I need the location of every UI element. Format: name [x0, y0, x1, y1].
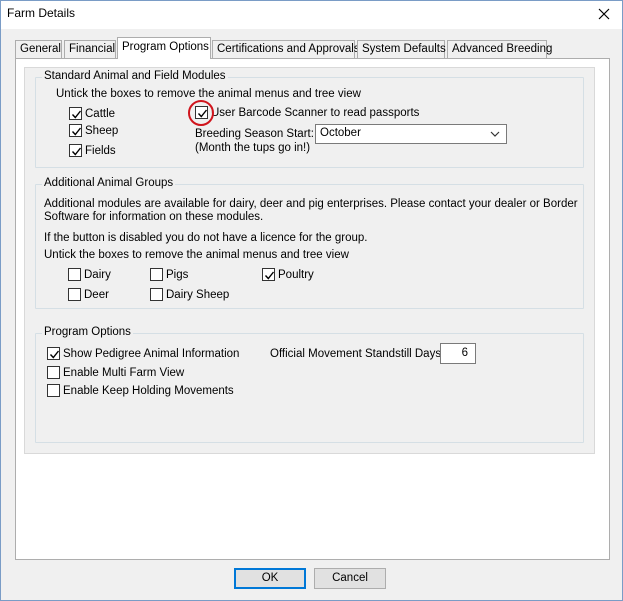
additional-groups-group: Additional Animal Groups Additional modu…: [35, 177, 584, 309]
barcode-scanner-checkbox[interactable]: User Barcode Scanner to read passports: [195, 106, 419, 119]
additional-info-line1: Additional modules are available for dai…: [44, 198, 578, 210]
multi-farm-label: Enable Multi Farm View: [63, 366, 185, 379]
deer-label: Deer: [84, 288, 109, 301]
show-pedigree-label: Show Pedigree Animal Information: [63, 347, 240, 360]
poultry-label: Poultry: [278, 268, 314, 281]
keep-holding-label: Enable Keep Holding Movements: [63, 384, 234, 397]
checkmark-icon: [71, 127, 82, 136]
standard-modules-hint: Untick the boxes to remove the animal me…: [56, 88, 361, 100]
deer-checkbox[interactable]: Deer: [68, 288, 109, 301]
pigs-label: Pigs: [166, 268, 189, 281]
farm-details-dialog: Farm Details General Financial Program O…: [0, 0, 623, 601]
licence-note: If the button is disabled you do not hav…: [44, 232, 368, 244]
fields-checkbox[interactable]: Fields: [69, 144, 116, 157]
tab-system-defaults[interactable]: System Defaults: [357, 40, 446, 59]
program-options-group: Program Options Show Pedigree Animal Inf…: [35, 326, 584, 443]
dairy-sheep-label: Dairy Sheep: [166, 288, 230, 301]
show-pedigree-checkbox[interactable]: Show Pedigree Animal Information: [47, 347, 239, 360]
additional-groups-hint: Untick the boxes to remove the animal me…: [44, 249, 349, 261]
multi-farm-checkbox[interactable]: Enable Multi Farm View: [47, 366, 184, 379]
close-icon: [598, 8, 610, 20]
cattle-checkbox[interactable]: Cattle: [69, 107, 115, 120]
tab-financial[interactable]: Financial: [64, 40, 116, 59]
additional-info-line2: Software for information on these module…: [44, 211, 264, 223]
poultry-checkbox[interactable]: Poultry: [262, 268, 314, 281]
cancel-button[interactable]: Cancel: [314, 568, 386, 589]
tab-general[interactable]: General: [15, 40, 62, 59]
standard-modules-title: Standard Animal and Field Modules: [42, 70, 228, 82]
window-title: Farm Details: [7, 6, 76, 20]
fields-label: Fields: [85, 144, 116, 157]
breeding-season-select[interactable]: October: [315, 124, 507, 144]
pigs-checkbox[interactable]: Pigs: [150, 268, 188, 281]
title-bar: Farm Details: [1, 1, 622, 29]
tab-program-options[interactable]: Program Options: [117, 37, 211, 59]
sheep-checkbox[interactable]: Sheep: [69, 124, 118, 137]
keep-holding-checkbox[interactable]: Enable Keep Holding Movements: [47, 384, 234, 397]
standstill-days-input[interactable]: 6: [440, 343, 476, 364]
ok-button[interactable]: OK: [234, 568, 306, 589]
cattle-label: Cattle: [85, 107, 116, 120]
sheep-label: Sheep: [85, 124, 119, 137]
highlight-circle: [188, 100, 214, 126]
additional-groups-title: Additional Animal Groups: [42, 177, 176, 189]
checkmark-icon: [264, 271, 275, 280]
program-options-title: Program Options: [42, 326, 133, 338]
dairy-sheep-checkbox[interactable]: Dairy Sheep: [150, 288, 229, 301]
breeding-season-label: Breeding Season Start:: [195, 128, 314, 140]
dairy-label: Dairy: [84, 268, 111, 281]
dairy-checkbox[interactable]: Dairy: [68, 268, 111, 281]
standstill-days-label: Official Movement Standstill Days:: [270, 348, 445, 360]
breeding-season-note: (Month the tups go in!): [195, 142, 311, 154]
checkmark-icon: [71, 110, 82, 119]
standard-modules-group: Standard Animal and Field Modules Untick…: [35, 70, 584, 168]
checkmark-icon: [49, 350, 60, 359]
close-button[interactable]: [592, 3, 616, 25]
tab-advanced-breeding[interactable]: Advanced Breeding: [447, 40, 552, 59]
breeding-season-value: October: [320, 127, 361, 139]
barcode-scanner-label: User Barcode Scanner to read passports: [211, 106, 420, 119]
tab-certifications-and-approvals[interactable]: Certifications and Approvals: [212, 40, 360, 59]
options-area: Standard Animal and Field Modules Untick…: [24, 67, 595, 454]
program-options-panel: Standard Animal and Field Modules Untick…: [15, 58, 610, 560]
checkmark-icon: [71, 147, 82, 156]
chevron-down-icon: [490, 131, 500, 137]
